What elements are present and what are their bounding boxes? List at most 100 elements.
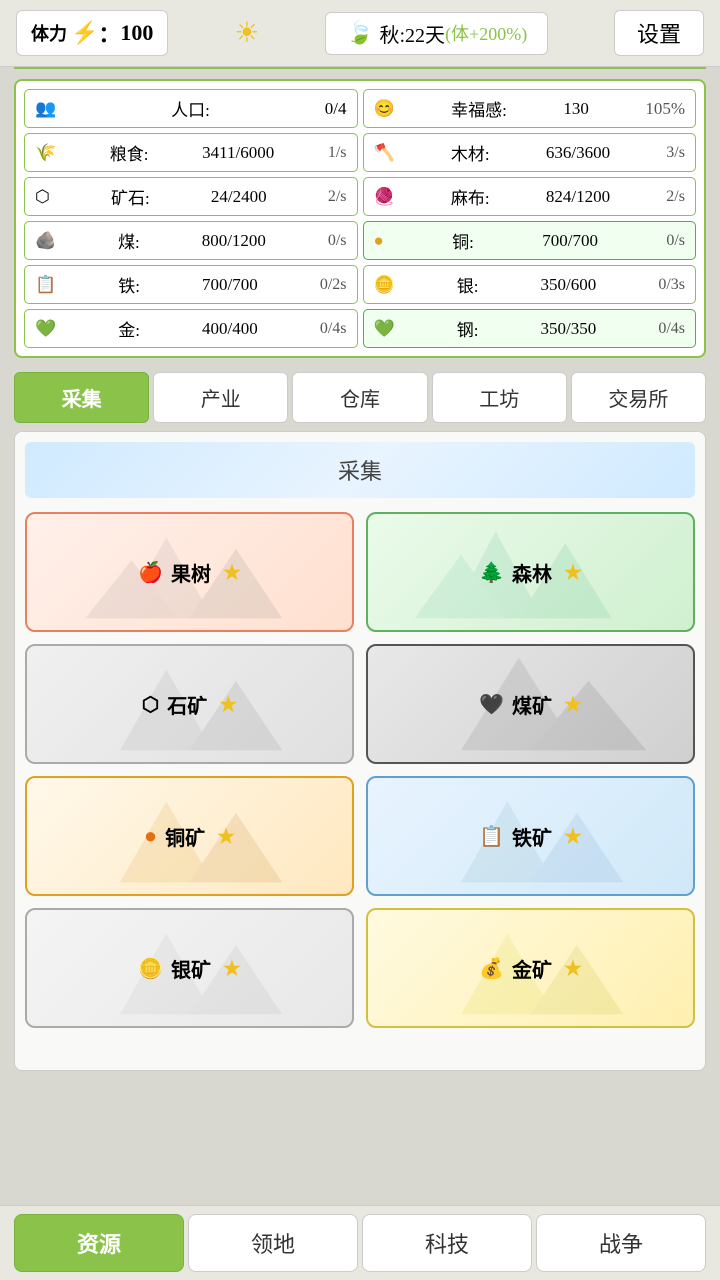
ore-rate: 2/s bbox=[328, 188, 347, 206]
tab-warehouse[interactable]: 仓库 bbox=[292, 372, 427, 423]
population-row: 👥 人口: 0/4 bbox=[24, 89, 358, 128]
top-bar: 体力 ⚡ ： 100 ☀ 🍃 秋:22天 (体+200%) 设置 bbox=[0, 0, 720, 67]
forest-icon: 🌲 bbox=[479, 560, 504, 585]
population-icon: 👥 bbox=[35, 99, 56, 119]
steel-value: 350/350 bbox=[541, 319, 597, 339]
tab-industry[interactable]: 产业 bbox=[153, 372, 288, 423]
linen-icon: 🧶 bbox=[374, 187, 395, 207]
copper-mine-label: 铜矿 bbox=[165, 822, 205, 851]
population-label: 人口: bbox=[171, 96, 210, 121]
gold-mine-inner: 💰 金矿 ★ bbox=[479, 954, 582, 983]
coal-mine-inner: 🖤 煤矿 ★ bbox=[479, 690, 582, 719]
copper-rate: 0/s bbox=[666, 232, 685, 250]
food-value: 3411/6000 bbox=[202, 143, 274, 163]
coal-label: 煤: bbox=[118, 228, 140, 253]
stone-mine-star: ★ bbox=[219, 692, 237, 717]
steel-label: 钢: bbox=[457, 316, 479, 341]
silver-mine-star: ★ bbox=[223, 956, 241, 981]
nav-war[interactable]: 战争 bbox=[536, 1214, 706, 1272]
copper-label: 铜: bbox=[452, 228, 474, 253]
leaf-icon: 🍃 bbox=[346, 20, 373, 46]
settings-button[interactable]: 设置 bbox=[614, 10, 704, 56]
silver-rate: 0/3s bbox=[658, 276, 685, 294]
nav-tech[interactable]: 科技 bbox=[362, 1214, 532, 1272]
gather-card-iron-mine[interactable]: 📋 铁矿 ★ bbox=[366, 776, 695, 896]
tab-bar: 采集 产业 仓库 工坊 交易所 bbox=[14, 372, 706, 423]
main-content: 采集 🍎 果树 ★ bbox=[14, 431, 706, 1071]
gather-card-stone-mine[interactable]: ⬡ 石矿 ★ bbox=[25, 644, 354, 764]
iron-mine-label: 铁矿 bbox=[512, 822, 552, 851]
iron-mine-icon: 📋 bbox=[479, 824, 504, 849]
stamina-box: 体力 ⚡ ： 100 bbox=[16, 10, 168, 56]
content-title: 采集 bbox=[25, 442, 695, 498]
forest-label: 森林 bbox=[512, 558, 552, 587]
wood-value: 636/3600 bbox=[546, 143, 610, 163]
happiness-icon: 😊 bbox=[374, 99, 395, 119]
silver-mine-label: 银矿 bbox=[171, 954, 211, 983]
ore-icon: ⬡ bbox=[35, 187, 50, 207]
coal-value: 800/1200 bbox=[202, 231, 266, 251]
fruit-tree-inner: 🍎 果树 ★ bbox=[138, 558, 241, 587]
gather-card-gold-mine[interactable]: 💰 金矿 ★ bbox=[366, 908, 695, 1028]
gold-rate: 0/4s bbox=[320, 320, 347, 338]
sun-icon: ☀ bbox=[234, 16, 259, 50]
linen-rate: 2/s bbox=[666, 188, 685, 206]
fruit-tree-icon: 🍎 bbox=[138, 560, 163, 585]
gather-card-copper-mine[interactable]: ● 铜矿 ★ bbox=[25, 776, 354, 896]
copper-icon: ● bbox=[374, 231, 384, 251]
copper-mine-icon: ● bbox=[144, 823, 157, 849]
nav-territory[interactable]: 领地 bbox=[188, 1214, 358, 1272]
food-rate: 1/s bbox=[328, 144, 347, 162]
silver-mine-inner: 🪙 银矿 ★ bbox=[138, 954, 241, 983]
wood-icon: 🪓 bbox=[374, 143, 395, 163]
iron-mine-star: ★ bbox=[564, 824, 582, 849]
happiness-value: 130 bbox=[563, 99, 589, 119]
silver-mine-icon: 🪙 bbox=[138, 956, 163, 981]
happiness-pct: 105% bbox=[645, 99, 685, 119]
coal-icon: 🪨 bbox=[35, 231, 56, 251]
wood-label: 木材: bbox=[451, 140, 490, 165]
coal-mine-icon: 🖤 bbox=[479, 692, 504, 717]
wood-row: 🪓 木材: 636/3600 3/s bbox=[363, 133, 697, 172]
resource-panel: 👥 人口: 0/4 😊 幸福感: 130 105% 🌾 粮食: 3411/600… bbox=[14, 79, 706, 358]
divider-line bbox=[14, 67, 706, 69]
happiness-row: 😊 幸福感: 130 105% bbox=[363, 89, 697, 128]
gather-card-silver-mine[interactable]: 🪙 银矿 ★ bbox=[25, 908, 354, 1028]
season-label: 秋:22天 bbox=[380, 19, 446, 48]
tab-exchange[interactable]: 交易所 bbox=[571, 372, 706, 423]
coal-row: 🪨 煤: 800/1200 0/s bbox=[24, 221, 358, 260]
gather-card-fruit-tree[interactable]: 🍎 果树 ★ bbox=[25, 512, 354, 632]
copper-mine-star: ★ bbox=[217, 824, 235, 849]
gold-label: 金: bbox=[118, 316, 140, 341]
coal-mine-label: 煤矿 bbox=[512, 690, 552, 719]
nav-resources[interactable]: 资源 bbox=[14, 1214, 184, 1272]
silver-icon: 🪙 bbox=[374, 275, 395, 295]
gold-mine-label: 金矿 bbox=[512, 954, 552, 983]
food-label: 粮食: bbox=[110, 140, 149, 165]
food-icon: 🌾 bbox=[35, 143, 56, 163]
bottom-nav: 资源 领地 科技 战争 bbox=[0, 1205, 720, 1280]
silver-label: 银: bbox=[457, 272, 479, 297]
silver-value: 350/600 bbox=[541, 275, 597, 295]
gather-card-forest[interactable]: 🌲 森林 ★ bbox=[366, 512, 695, 632]
silver-row: 🪙 银: 350/600 0/3s bbox=[363, 265, 697, 304]
food-row: 🌾 粮食: 3411/6000 1/s bbox=[24, 133, 358, 172]
iron-row: 📋 铁: 700/700 0/2s bbox=[24, 265, 358, 304]
stamina-lightning-icon: ⚡ bbox=[71, 20, 98, 46]
forest-inner: 🌲 森林 ★ bbox=[479, 558, 582, 587]
linen-row: 🧶 麻布: 824/1200 2/s bbox=[363, 177, 697, 216]
linen-label: 麻布: bbox=[451, 184, 490, 209]
steel-rate: 0/4s bbox=[658, 320, 685, 338]
gather-card-coal-mine[interactable]: 🖤 煤矿 ★ bbox=[366, 644, 695, 764]
ore-value: 24/2400 bbox=[211, 187, 267, 207]
copper-mine-inner: ● 铜矿 ★ bbox=[144, 822, 235, 851]
iron-rate: 0/2s bbox=[320, 276, 347, 294]
season-box: 🍃 秋:22天 (体+200%) bbox=[325, 12, 548, 55]
tab-gather[interactable]: 采集 bbox=[14, 372, 149, 423]
gold-row: 💚 金: 400/400 0/4s bbox=[24, 309, 358, 348]
gold-icon: 💚 bbox=[35, 319, 56, 339]
tab-workshop[interactable]: 工坊 bbox=[432, 372, 567, 423]
fruit-tree-star: ★ bbox=[223, 560, 241, 585]
copper-value: 700/700 bbox=[542, 231, 598, 251]
happiness-label: 幸福感: bbox=[451, 96, 507, 121]
